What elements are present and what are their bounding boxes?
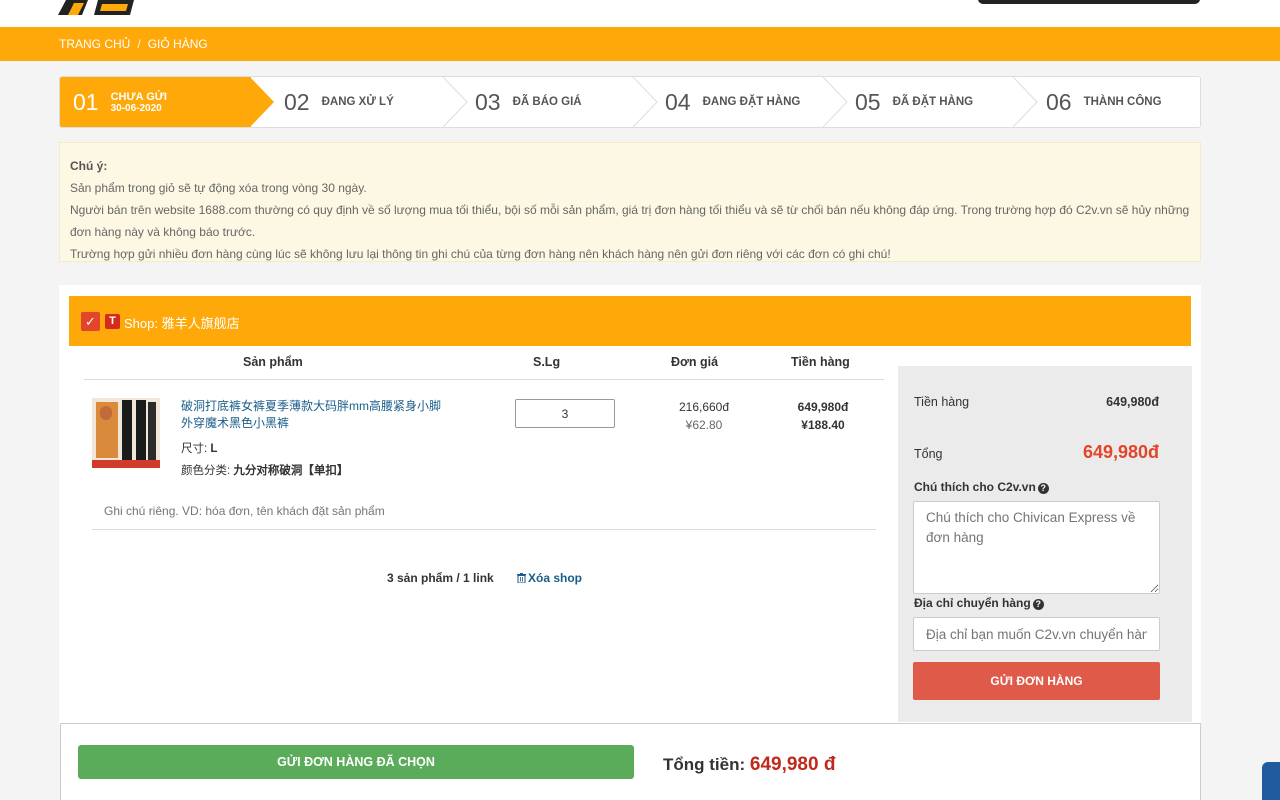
step-number: 01 [73, 88, 99, 115]
breadcrumb: TRANG CHỦ / GIỎ HÀNG [59, 37, 208, 51]
subtotal-value: 649,980đ [1106, 395, 1159, 409]
c2v-logo[interactable] [58, 0, 134, 15]
step-label: CHƯA GỬI [110, 90, 167, 103]
unit-price-cny: ¥62.80 [685, 418, 723, 432]
bottom-action-bar: GỬI ĐƠN HÀNG ĐÃ CHỌN Tổng tiền: 649,980 … [60, 723, 1201, 800]
trash-icon [517, 573, 526, 584]
order-note-textarea[interactable] [913, 501, 1160, 594]
step-date: 30-06-2020 [110, 102, 162, 114]
chat-widget-tab[interactable] [1262, 762, 1280, 800]
delete-shop-link[interactable]: Xóa shop [517, 571, 582, 585]
breadcrumb-current: GIỎ HÀNG [147, 37, 208, 51]
step-label: THÀNH CÔNG [1083, 96, 1162, 108]
notice-line: Trường hợp gửi nhiều đơn hàng cùng lúc s… [70, 247, 891, 261]
step-05: 05 ĐÃ ĐẶT HÀNG [855, 77, 1015, 127]
product-thumbnail[interactable] [92, 398, 160, 468]
help-icon[interactable]: ? [1032, 599, 1044, 610]
subtotal-label: Tiền hàng [914, 395, 970, 409]
header-divider [84, 379, 884, 380]
quantity-input[interactable] [515, 399, 615, 428]
grand-total: Tổng tiền: 649,980 đ [663, 754, 835, 776]
size-label: 尺寸: [181, 443, 208, 455]
step-04: 04 ĐANG ĐẶT HÀNG [665, 77, 825, 127]
submit-selected-orders-button[interactable]: GỬI ĐƠN HÀNG ĐÃ CHỌN [78, 745, 634, 779]
step-chevron-icon [442, 77, 468, 127]
col-header-unit-price: Đơn giá [671, 355, 719, 369]
step-label: ĐANG XỬ LÝ [321, 96, 394, 108]
shop-cart-card: ✓ T Shop: 雅羊人旗舰店 Sản phẩm S.Lg Đơn giá T… [59, 285, 1201, 725]
total-value: 649,980đ [1082, 442, 1159, 462]
step-chevron-icon [822, 77, 848, 127]
item-note-input[interactable] [92, 493, 876, 530]
total-label: Tổng [914, 447, 943, 461]
notice-line: Người bán trên website 1688.com thường c… [70, 203, 1190, 239]
shop-name[interactable]: Shop: 雅羊人旗舰店 [124, 313, 240, 332]
amount-vnd: 649,980đ [797, 400, 849, 414]
color-label: 颜色分类: [181, 465, 231, 477]
product-size: 尺寸: L [181, 440, 217, 456]
step-number: 03 [475, 88, 501, 115]
breadcrumb-home-link[interactable]: TRANG CHỦ [59, 37, 130, 51]
step-chevron-icon [1012, 77, 1038, 127]
taobao-icon: T [105, 314, 120, 329]
breadcrumb-separator: / [137, 37, 141, 51]
step-03: 03 ĐÃ BÁO GIÁ [475, 77, 635, 127]
col-header-amount: Tiền hàng [791, 355, 850, 369]
address-input[interactable] [913, 617, 1160, 651]
step-chevron-icon [632, 77, 658, 127]
step-label: ĐÃ BÁO GIÁ [512, 96, 582, 108]
order-summary-panel: Tiền hàng 649,980đ Tổng 649,980đ Chú thí… [898, 366, 1192, 722]
step-label: ĐANG ĐẶT HÀNG [702, 96, 801, 108]
size-value: L [210, 443, 218, 455]
breadcrumb-bar: TRANG CHỦ / GIỎ HÀNG [0, 27, 1280, 61]
order-note-label: Chú thích cho C2v.vn? [914, 480, 1049, 494]
delete-shop-label: Xóa shop [528, 571, 583, 585]
address-label-text: Địa chỉ chuyển hàng [914, 596, 1031, 610]
help-icon[interactable]: ? [1037, 483, 1049, 494]
shop-select-checkbox[interactable]: ✓ [81, 312, 100, 331]
cart-notice: Chú ý: Sản phẩm trong giỏ sẽ tự động xóa… [59, 142, 1201, 262]
grand-total-label: Tổng tiền: [663, 755, 746, 774]
color-value: 九分对称破洞【单扣】 [233, 465, 349, 477]
submit-order-button[interactable]: GỬI ĐƠN HÀNG [913, 662, 1160, 700]
unit-price-vnd: 216,660đ [678, 400, 730, 414]
step-02: 02 ĐANG XỬ LÝ [284, 77, 444, 127]
step-number: 04 [665, 88, 691, 115]
header-search-box[interactable] [978, 0, 1200, 4]
step-01: 01 CHƯA GỬI 30-06-2020 [60, 77, 251, 127]
order-note-label-text: Chú thích cho C2v.vn [914, 480, 1036, 494]
notice-title: Chú ý: [70, 159, 108, 173]
shop-header: ✓ T Shop: 雅羊人旗舰店 [69, 296, 1191, 346]
address-label: Địa chỉ chuyển hàng? [914, 596, 1044, 610]
step-number: 05 [855, 88, 881, 115]
product-color: 颜色分类: 九分对称破洞【单扣】 [181, 462, 348, 478]
grand-total-value: 649,980 đ [749, 754, 836, 775]
amount-cny: ¥188.40 [801, 418, 845, 432]
step-number: 06 [1046, 88, 1072, 115]
product-name-link[interactable]: 破洞打底裤女裤夏季薄款大码胖mm高腰紧身小脚外穿魔术黑色小黑裤 [181, 398, 451, 432]
order-progress-steps: 01 CHƯA GỬI 30-06-2020 02 ĐANG XỬ LÝ 03 … [59, 76, 1201, 128]
step-number: 02 [284, 88, 310, 115]
step-label: ĐÃ ĐẶT HÀNG [892, 96, 974, 108]
step-06: 06 THÀNH CÔNG [1046, 77, 1200, 127]
shop-item-count: 3 sản phẩm / 1 link [387, 571, 494, 585]
notice-line: Sản phẩm trong giỏ sẽ tự động xóa trong … [70, 181, 367, 195]
top-header [0, 0, 1280, 27]
col-header-qty: S.Lg [533, 355, 561, 369]
step-arrow-icon [250, 77, 274, 127]
col-header-product: Sản phẩm [243, 355, 303, 369]
